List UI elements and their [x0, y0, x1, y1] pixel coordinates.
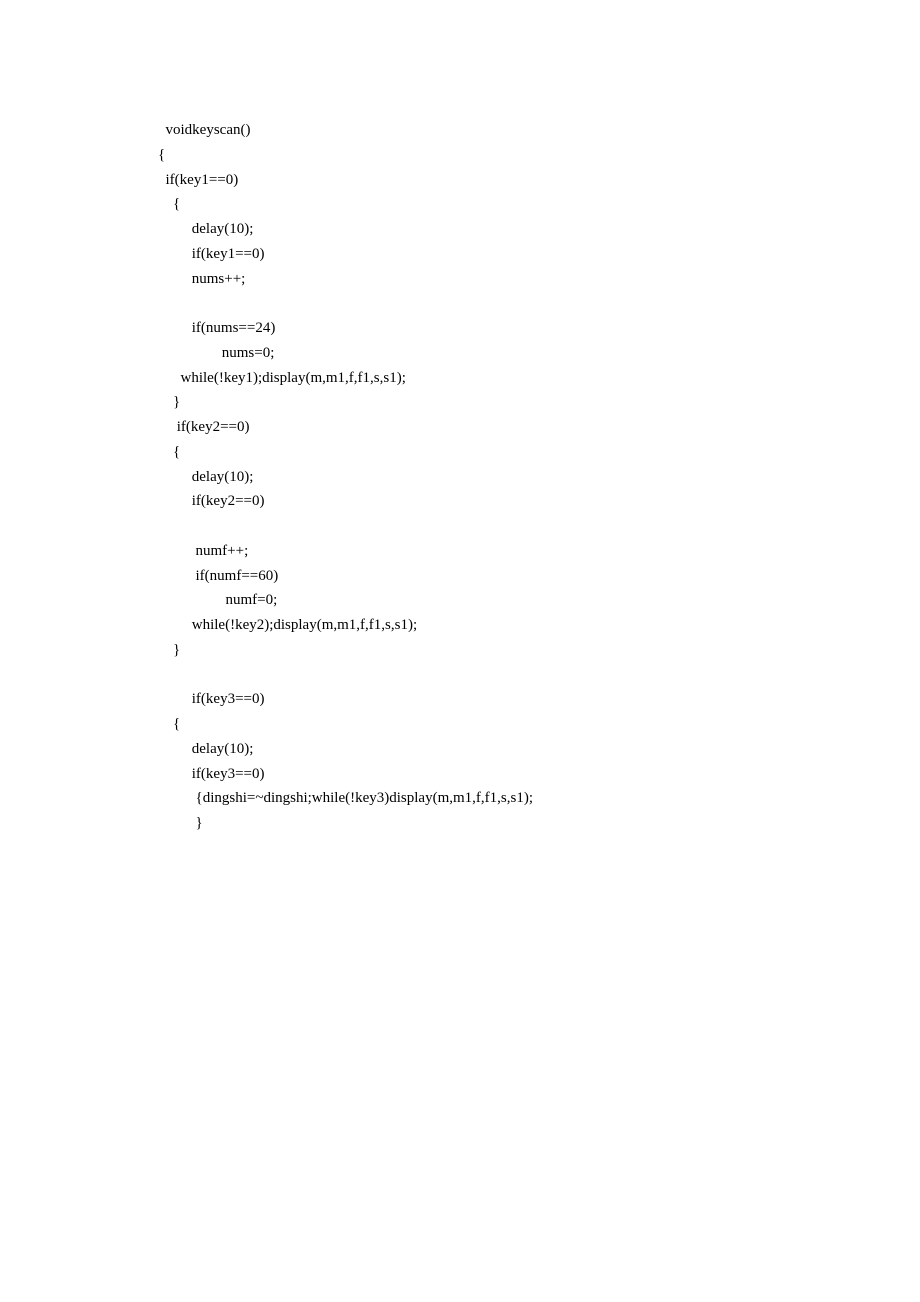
code-line: voidkeyscan() [158, 122, 250, 138]
code-line: if(numf==60) [158, 568, 278, 584]
code-line: if(key3==0) [158, 691, 264, 707]
code-line: if(key2==0) [158, 493, 264, 509]
code-line: { [158, 196, 180, 212]
code-line: { [158, 147, 165, 163]
code-line: if(key1==0) [158, 172, 238, 188]
code-line: while(!key2);display(m,m1,f,f1,s,s1); [158, 617, 417, 633]
code-line: if(nums==24) [158, 320, 275, 336]
code-line: { [158, 716, 180, 732]
code-line: } [158, 642, 180, 658]
code-line: delay(10); [158, 221, 253, 237]
code-line: numf++; [158, 543, 248, 559]
code-line: delay(10); [158, 741, 253, 757]
code-line: } [158, 394, 180, 410]
code-line: {dingshi=~dingshi;while(!key3)display(m,… [158, 790, 533, 806]
code-line: if(key2==0) [158, 419, 249, 435]
code-content: voidkeyscan() { if(key1==0) { delay(10);… [158, 118, 920, 836]
code-line: } [158, 815, 203, 831]
code-line: delay(10); [158, 469, 253, 485]
code-line: numf=0; [158, 592, 277, 608]
code-line: nums=0; [158, 345, 274, 361]
code-line: while(!key1);display(m,m1,f,f1,s,s1); [158, 370, 406, 386]
code-line: nums++; [158, 271, 245, 287]
code-line: { [158, 444, 180, 460]
code-line: if(key3==0) [158, 766, 264, 782]
code-line: if(key1==0) [158, 246, 264, 262]
